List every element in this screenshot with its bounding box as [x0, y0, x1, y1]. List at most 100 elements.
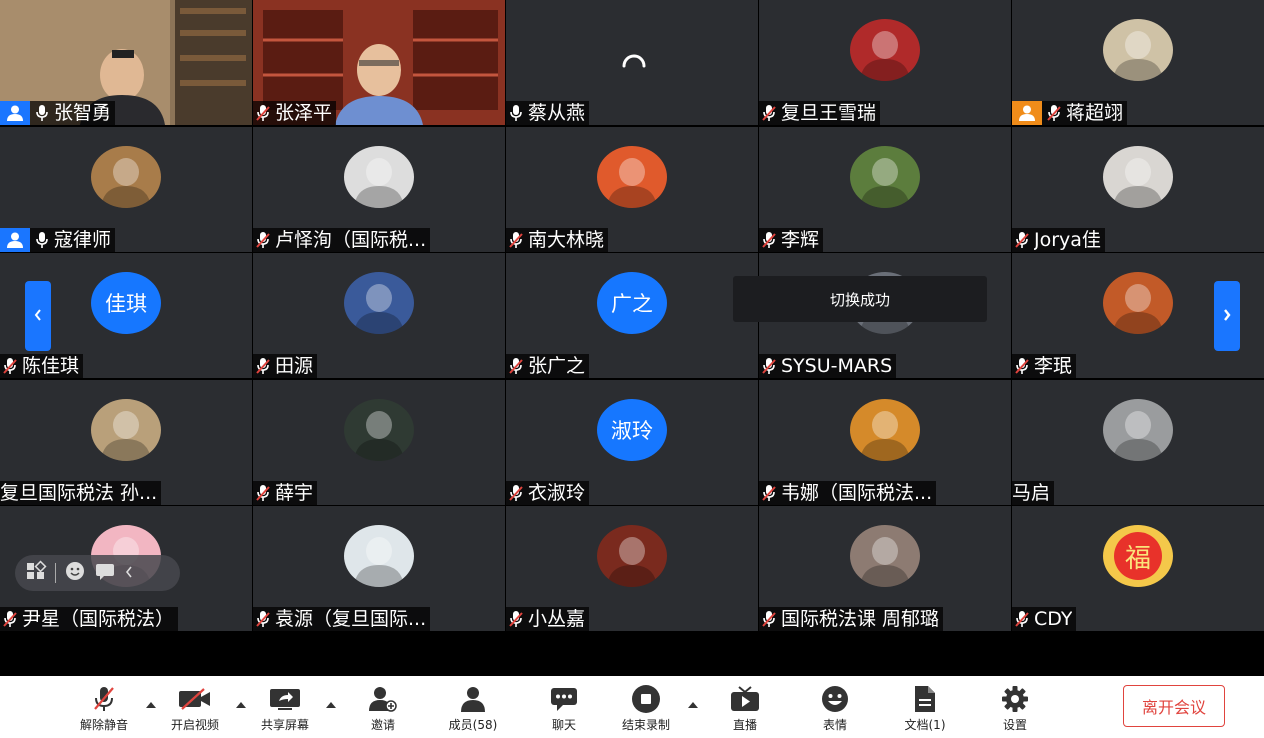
participant-tile[interactable]: 田源 — [253, 253, 505, 378]
mic-muted-icon — [253, 607, 273, 631]
emoji-icon — [815, 684, 855, 714]
stop-record-icon — [626, 684, 666, 714]
emoji-icon[interactable] — [64, 560, 86, 586]
participant-tile[interactable]: 淑玲 衣淑玲 — [506, 380, 758, 505]
camera-off-icon — [175, 684, 215, 714]
participant-tile[interactable]: 马启 — [1012, 380, 1264, 505]
share-screen-button[interactable]: 共享屏幕 — [245, 676, 325, 738]
mic-muted-icon — [506, 228, 526, 252]
chat-button[interactable]: 聊天 — [524, 676, 604, 738]
avatar — [850, 146, 920, 208]
view-float-bar — [15, 555, 180, 591]
participant-tile[interactable]: 福 CDY — [1012, 506, 1264, 631]
mic-muted-icon — [759, 228, 779, 252]
settings-button[interactable]: 设置 — [975, 676, 1055, 738]
layout-icon[interactable] — [25, 560, 47, 586]
participant-tile[interactable]: 寇律师 — [0, 127, 252, 252]
participant-nameplate: 蔡从燕 — [506, 101, 590, 125]
caret-up-icon[interactable] — [325, 694, 337, 708]
live-button[interactable]: 直播 — [705, 676, 785, 738]
avatar — [91, 146, 161, 208]
participant-name: 蔡从燕 — [528, 102, 586, 124]
document-icon — [905, 684, 945, 714]
participant-name: 蒋超翊 — [1066, 102, 1124, 124]
chat-icon[interactable] — [94, 560, 116, 586]
avatar — [597, 525, 667, 587]
host-user-icon — [1012, 101, 1042, 125]
participant-tile[interactable]: 复旦王雪瑞 — [759, 0, 1011, 125]
mic-muted-icon — [759, 481, 779, 505]
participant-tile[interactable]: 小丛嘉 — [506, 506, 758, 631]
participant-nameplate: 薛宇 — [253, 481, 318, 505]
participant-tile[interactable]: 南大林晓 — [506, 127, 758, 252]
participant-name: SYSU-MARS — [781, 355, 893, 377]
divider — [55, 563, 56, 583]
participant-nameplate: 张广之 — [506, 354, 590, 378]
participant-nameplate: 复旦王雪瑞 — [759, 101, 881, 125]
mic-muted-icon — [506, 607, 526, 631]
participant-tile[interactable]: 薛宇 — [253, 380, 505, 505]
members-button[interactable]: 成员(58) — [433, 676, 513, 738]
participant-tile[interactable]: 张泽平 — [253, 0, 505, 125]
mic-muted-icon — [84, 684, 124, 714]
members-label: 成员(58) — [448, 718, 498, 732]
avatar — [344, 525, 414, 587]
mic-icon — [32, 228, 52, 252]
participant-grid: 张智勇 张泽平 蔡从燕 复旦王雪瑞 蒋超翊寇律师 卢怿洵（国际税... 南大林晓 李辉 Jory… — [0, 0, 1264, 632]
unmute-button[interactable]: 解除静音 — [64, 676, 144, 738]
documents-label: 文档(1) — [904, 718, 946, 732]
participant-tile[interactable]: 复旦国际税法 孙... — [0, 380, 252, 505]
participant-name: 李珉 — [1034, 355, 1073, 377]
leave-meeting-button[interactable]: 离开会议 — [1123, 685, 1225, 727]
avatar: 佳琪 — [91, 272, 161, 334]
avatar — [850, 19, 920, 81]
mic-muted-icon — [759, 354, 779, 378]
user-icon — [453, 684, 493, 714]
participant-name: 衣淑玲 — [528, 482, 586, 504]
caret-up-icon[interactable] — [687, 694, 699, 708]
next-page-button[interactable] — [1214, 281, 1240, 351]
participant-nameplate: 袁源（复旦国际... — [253, 607, 431, 631]
host-user-icon — [0, 228, 30, 252]
start-video-button[interactable]: 开启视频 — [155, 676, 235, 738]
mic-muted-icon — [0, 607, 20, 631]
participant-tile[interactable]: 国际税法课 周郁璐 — [759, 506, 1011, 631]
meeting-toolbar: 解除静音 开启视频 共享屏幕 邀请 成员(58) 聊天 结束录制 直播 表情 文… — [0, 676, 1264, 738]
mic-icon — [506, 101, 526, 125]
participant-nameplate: 卢怿洵（国际税... — [253, 228, 431, 252]
avatar — [91, 399, 161, 461]
participant-name: CDY — [1034, 608, 1073, 630]
participant-tile[interactable]: 蔡从燕 — [506, 0, 758, 125]
documents-button[interactable]: 文档(1) — [885, 676, 965, 738]
participant-tile[interactable]: Jorya佳 — [1012, 127, 1264, 252]
prev-page-button[interactable] — [25, 281, 51, 351]
mic-muted-icon — [1012, 607, 1032, 631]
stop-recording-button[interactable]: 结束录制 — [606, 676, 686, 738]
mic-muted-icon — [253, 481, 273, 505]
reactions-button[interactable]: 表情 — [795, 676, 875, 738]
avatar — [1103, 19, 1173, 81]
participant-tile[interactable]: 蒋超翊 — [1012, 0, 1264, 125]
invite-label: 邀请 — [370, 718, 395, 732]
mic-muted-icon — [253, 228, 273, 252]
participant-tile[interactable]: 卢怿洵（国际税... — [253, 127, 505, 252]
participant-nameplate: 李珉 — [1012, 354, 1077, 378]
participant-nameplate: 小丛嘉 — [506, 607, 590, 631]
participant-tile[interactable]: 韦娜（国际税法... — [759, 380, 1011, 505]
participant-name: Jorya佳 — [1034, 229, 1101, 251]
participant-nameplate: CDY — [1012, 607, 1077, 631]
participant-tile[interactable]: 李辉 — [759, 127, 1011, 252]
chevron-left-icon[interactable] — [124, 564, 134, 583]
participant-nameplate: Jorya佳 — [1012, 228, 1105, 252]
avatar — [850, 525, 920, 587]
avatar — [1103, 399, 1173, 461]
avatar: 广之 — [597, 272, 667, 334]
participant-name: 马启 — [1012, 482, 1051, 504]
participant-name: 陈佳琪 — [22, 355, 80, 377]
add-user-icon — [363, 684, 403, 714]
participant-tile[interactable]: 袁源（复旦国际... — [253, 506, 505, 631]
participant-nameplate: 马启 — [1012, 481, 1055, 505]
invite-button[interactable]: 邀请 — [343, 676, 423, 738]
participant-tile[interactable]: 张智勇 — [0, 0, 252, 125]
participant-tile[interactable]: 广之 张广之 — [506, 253, 758, 378]
